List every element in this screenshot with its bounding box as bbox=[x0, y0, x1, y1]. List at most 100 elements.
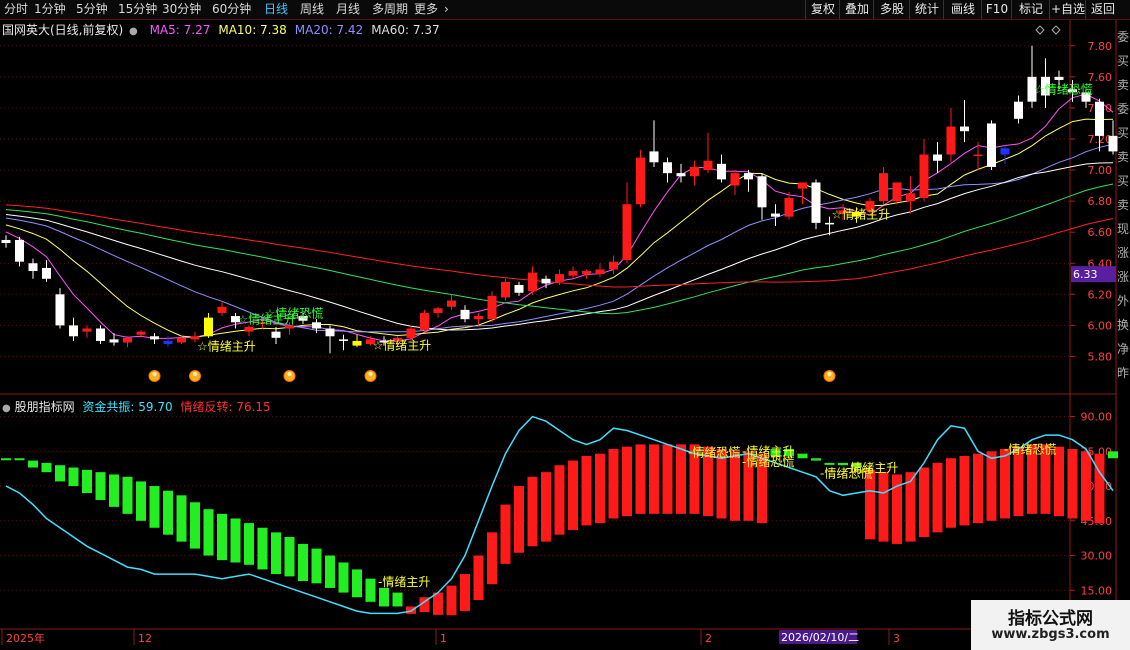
indicator-histogram-bar bbox=[271, 532, 281, 575]
diamond-icon bbox=[1035, 25, 1045, 35]
indicator-histogram-bar bbox=[487, 532, 497, 585]
candle-body bbox=[771, 213, 780, 217]
indicator-histogram-bar bbox=[1054, 446, 1064, 517]
candle-body bbox=[825, 222, 834, 225]
price-tick-label: 5.80 bbox=[1088, 350, 1113, 363]
candle-body bbox=[676, 173, 686, 177]
indicator-histogram-bar bbox=[311, 548, 322, 584]
quote-panel-strip: 委买卖委买卖买卖现涨涨外换净昨 bbox=[1116, 20, 1130, 390]
date-axis-label: 2025年 bbox=[6, 631, 45, 645]
indicator-histogram-bar bbox=[365, 578, 376, 602]
indicator-histogram-bar bbox=[257, 527, 268, 570]
candle-body bbox=[744, 173, 753, 180]
candle-body bbox=[406, 328, 416, 338]
watermark-url: www.zbgs3.com bbox=[991, 627, 1110, 642]
indicator-histogram-bar bbox=[68, 467, 79, 487]
indicator-tick-label: 15.00 bbox=[1081, 584, 1113, 597]
indicator-histogram-bar bbox=[500, 504, 511, 564]
quote-strip-char: 买 bbox=[1117, 126, 1130, 140]
candle-body bbox=[447, 300, 456, 307]
quote-strip-char: 卖 bbox=[1117, 150, 1130, 164]
indicator-histogram-bar bbox=[446, 585, 457, 616]
quote-strip-char: 净 bbox=[1117, 342, 1130, 356]
quote-strip-char: 现 bbox=[1117, 222, 1130, 236]
indicator-histogram-bar bbox=[163, 490, 173, 535]
watermark: 指标公式网 www.zbgs3.com bbox=[971, 600, 1130, 650]
quote-strip-char: 涨 bbox=[1117, 270, 1130, 284]
indicator-histogram-bar bbox=[946, 458, 956, 528]
indicator-histogram-bar bbox=[433, 592, 443, 615]
indicator-histogram-bar bbox=[527, 476, 538, 547]
candle-body bbox=[528, 272, 537, 292]
candle-body bbox=[582, 271, 591, 275]
indicator-histogram-bar bbox=[1, 458, 11, 461]
indicator-histogram-bar bbox=[541, 472, 551, 542]
price-tick-label: 7.80 bbox=[1088, 40, 1113, 53]
coin-marker-shine bbox=[827, 372, 832, 376]
indicator-histogram-bar bbox=[95, 472, 106, 500]
candle-body bbox=[919, 154, 929, 199]
indicator-histogram-bar bbox=[568, 460, 578, 531]
candle-body bbox=[946, 126, 956, 155]
indicator-histogram-bar bbox=[217, 513, 227, 561]
indicator-histogram-bar bbox=[203, 509, 214, 556]
indicator-histogram-bar bbox=[1000, 449, 1010, 519]
signal-label-price: ☆情绪主升 bbox=[832, 208, 891, 222]
quote-strip-char: 买 bbox=[1117, 174, 1130, 188]
quote-strip-char: 买 bbox=[1117, 54, 1130, 68]
candle-body bbox=[892, 182, 902, 202]
signal-label-price: ☆情绪恐慌 bbox=[265, 306, 324, 320]
indicator-histogram-bar bbox=[122, 476, 133, 514]
indicator-histogram-bar bbox=[176, 495, 187, 542]
quote-strip-char: 外 bbox=[1117, 294, 1130, 308]
candle-body bbox=[420, 312, 429, 331]
indicator-histogram-bar bbox=[406, 606, 416, 614]
quote-strip-char: 换 bbox=[1117, 318, 1130, 332]
indicator-histogram-bar bbox=[379, 587, 389, 607]
indicator-tick-label: 90.00 bbox=[1081, 411, 1113, 424]
chart-canvas[interactable]: 7.807.607.407.207.006.806.606.406.206.00… bbox=[0, 0, 1130, 650]
indicator-histogram-bar bbox=[284, 537, 295, 577]
indicator-histogram-bar bbox=[824, 462, 835, 465]
candle-body bbox=[730, 173, 740, 186]
indicator-histogram-bar bbox=[298, 543, 308, 581]
indicator-histogram-bar bbox=[392, 592, 403, 607]
indicator-histogram-bar bbox=[622, 446, 632, 517]
cursor-date-label: 2026/02/10/二 bbox=[781, 631, 859, 644]
candle-body bbox=[312, 322, 321, 329]
date-axis-label: 12 bbox=[138, 632, 152, 645]
candle-body bbox=[541, 278, 551, 284]
price-tick-label: 6.20 bbox=[1088, 288, 1113, 301]
indicator-histogram-bar bbox=[581, 455, 592, 526]
candle-body bbox=[460, 309, 470, 320]
indicator-histogram-bar bbox=[932, 462, 943, 533]
candle-body bbox=[568, 271, 578, 276]
candle-body bbox=[28, 263, 38, 272]
current-price-label: 6.33 bbox=[1073, 268, 1098, 281]
candle-body bbox=[1054, 76, 1064, 80]
candle-body bbox=[487, 295, 497, 320]
indicator-histogram-bar bbox=[244, 523, 254, 565]
candle-body bbox=[82, 328, 92, 332]
candle-body bbox=[1095, 101, 1104, 136]
candle-body bbox=[798, 182, 807, 189]
indicator-histogram-bar bbox=[14, 458, 25, 461]
coin-marker-shine bbox=[287, 372, 292, 376]
signal-label-indicator: -情绪恐慌 bbox=[742, 455, 794, 469]
indicator-histogram-bar bbox=[595, 453, 605, 524]
indicator-histogram-bar bbox=[608, 449, 619, 519]
price-tick-label: 6.00 bbox=[1088, 319, 1113, 332]
candle-body bbox=[339, 339, 348, 341]
coin-marker-shine bbox=[368, 372, 373, 376]
candle-body bbox=[352, 340, 362, 346]
candle-body bbox=[987, 123, 996, 167]
candle-body bbox=[595, 269, 605, 275]
candle-body bbox=[879, 173, 888, 202]
indicator-histogram-bar bbox=[325, 555, 335, 588]
candle-body bbox=[690, 166, 699, 177]
candle-body bbox=[150, 336, 159, 340]
signal-label-price: ☆情绪主升 bbox=[197, 340, 256, 354]
indicator-histogram-bar bbox=[230, 518, 241, 563]
candle-body bbox=[501, 281, 510, 298]
signal-label-indicator: -情绪主升 bbox=[378, 575, 430, 589]
